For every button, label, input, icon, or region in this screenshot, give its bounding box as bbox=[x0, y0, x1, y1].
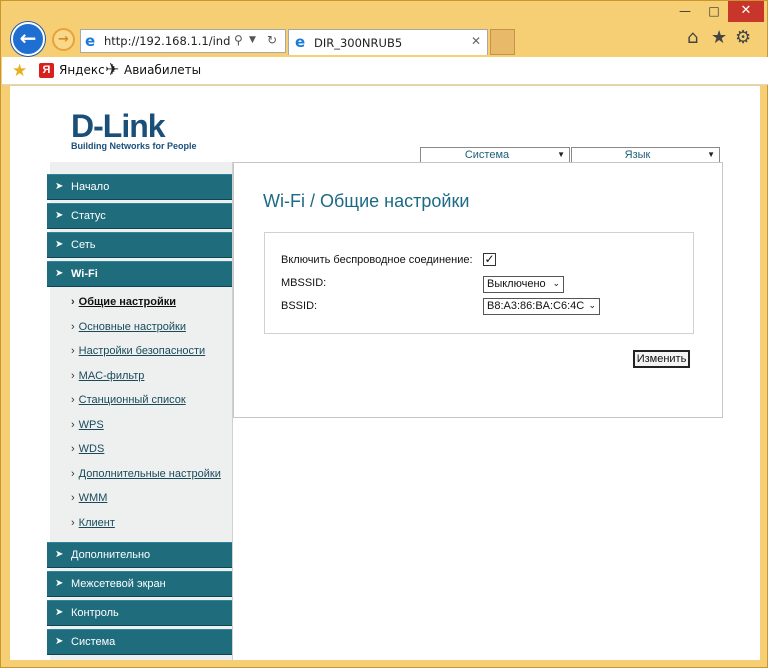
refresh-icon[interactable]: ↻ bbox=[267, 33, 277, 47]
enable-wireless-checkbox[interactable]: ✓ bbox=[483, 253, 496, 266]
home-icon[interactable]: ⌂ bbox=[687, 27, 698, 48]
submenu-item-advanced[interactable]: › Дополнительные настройки bbox=[71, 468, 221, 480]
sidebar-item-control[interactable]: ➤ Контроль bbox=[47, 600, 232, 626]
tab-title: DIR_300NRUB5 bbox=[314, 36, 403, 50]
search-icon[interactable]: ⚲ bbox=[234, 33, 243, 47]
sidebar-item-status[interactable]: ➤ Статус bbox=[47, 203, 232, 229]
mbssid-value: Выключено bbox=[487, 278, 546, 290]
sidebar-item-system[interactable]: ➤ Система bbox=[47, 629, 232, 655]
system-menu-label: Система bbox=[464, 149, 510, 161]
favorites-bar: ★ Я Яндекс ✈ Авиабилеты bbox=[2, 57, 768, 85]
chevron-down-icon: ⌄ bbox=[588, 301, 596, 311]
sidebar-item-label: Статус bbox=[71, 210, 106, 222]
minimize-button[interactable]: — bbox=[671, 1, 699, 22]
mbssid-select[interactable]: Выключено ⌄ bbox=[483, 276, 564, 293]
arrow-right-icon: ➤ bbox=[55, 181, 64, 192]
dlink-logo: D-Link Building Networks for People bbox=[71, 110, 197, 151]
sidebar-item-advanced[interactable]: ➤ Дополнительно bbox=[47, 542, 232, 568]
chevron-down-icon: ⌄ bbox=[552, 279, 560, 289]
submenu-item-station-list[interactable]: › Станционный список bbox=[71, 394, 186, 406]
submenu-item-security[interactable]: › Настройки безопасности bbox=[71, 345, 205, 357]
arrow-right-icon: ➤ bbox=[55, 578, 64, 589]
main-content: Wi-Fi / Общие настройки Включить беспров… bbox=[233, 162, 723, 418]
dropdown-arrow-icon[interactable]: ▼ bbox=[249, 35, 256, 45]
arrow-right-icon: ➤ bbox=[55, 268, 64, 279]
sidebar-item-label: Межсетевой экран bbox=[71, 578, 166, 590]
forward-button[interactable]: → bbox=[52, 28, 75, 51]
submenu-item-wds[interactable]: › WDS bbox=[71, 443, 104, 455]
submenu-item-general[interactable]: › Общие настройки bbox=[71, 296, 176, 308]
airplane-icon: ✈ bbox=[105, 60, 120, 80]
submenu-item-basic[interactable]: › Основные настройки bbox=[71, 321, 186, 333]
bssid-label: BSSID: bbox=[281, 300, 318, 312]
favorite-link-yandex[interactable]: Яндекс bbox=[59, 63, 105, 77]
arrow-right-icon: ➤ bbox=[55, 210, 64, 221]
logo-brand: D-Link bbox=[71, 108, 166, 144]
sidebar-item-firewall[interactable]: ➤ Межсетевой экран bbox=[47, 571, 232, 597]
sidebar-item-label: Начало bbox=[71, 181, 110, 193]
chevron-down-icon: ▼ bbox=[707, 150, 715, 159]
title-bar: — □ ✕ bbox=[1, 1, 767, 25]
close-button[interactable]: ✕ bbox=[728, 1, 764, 22]
back-button[interactable]: ← bbox=[11, 22, 45, 56]
page-viewport: D-Link Building Networks for People Сист… bbox=[10, 86, 760, 660]
arrow-right-icon: ➤ bbox=[55, 549, 64, 560]
language-label: Язык bbox=[624, 149, 651, 161]
bssid-value: B8:A3:86:BA:C6:4C bbox=[487, 300, 585, 312]
submenu-item-wps[interactable]: › WPS bbox=[71, 419, 104, 431]
address-url[interactable]: http://192.168.1.1/index bbox=[104, 34, 230, 50]
browser-window: — □ ✕ ← → e http://192.168.1.1/index ⚲ ▼… bbox=[0, 0, 768, 668]
ie-icon: e bbox=[295, 33, 306, 51]
settings-form: Включить беспроводное соединение: ✓ MBSS… bbox=[264, 232, 694, 334]
maximize-button[interactable]: □ bbox=[700, 1, 728, 22]
add-favorite-icon[interactable]: ★ bbox=[12, 61, 27, 81]
favorites-star-icon[interactable]: ★ bbox=[711, 27, 727, 48]
page-title: Wi-Fi / Общие настройки bbox=[263, 191, 470, 211]
new-tab-button[interactable] bbox=[490, 29, 515, 55]
submenu-item-wmm[interactable]: › WMM bbox=[71, 492, 107, 504]
arrow-right-icon: ➤ bbox=[55, 607, 64, 618]
sidebar-item-start[interactable]: ➤ Начало bbox=[47, 174, 232, 200]
enable-wireless-label: Включить беспроводное соединение: bbox=[281, 254, 473, 266]
address-bar[interactable]: e http://192.168.1.1/index ⚲ ▼ ↻ bbox=[80, 29, 286, 53]
sidebar-item-label: Система bbox=[71, 636, 116, 648]
ie-icon: e bbox=[85, 32, 96, 50]
close-tab-icon[interactable]: ✕ bbox=[471, 34, 481, 48]
language-select[interactable]: Язык ▼ bbox=[571, 147, 720, 163]
sidebar-item-label: Дополнительно bbox=[71, 549, 151, 561]
yandex-icon: Я bbox=[39, 63, 54, 78]
system-menu-select[interactable]: Система ▼ bbox=[420, 147, 570, 163]
sidebar-item-label: Wi-Fi bbox=[71, 268, 98, 280]
chevron-down-icon: ▼ bbox=[557, 150, 565, 159]
bssid-select[interactable]: B8:A3:86:BA:C6:4C ⌄ bbox=[483, 298, 600, 315]
mbssid-label: MBSSID: bbox=[281, 277, 327, 289]
save-button[interactable]: Изменить bbox=[633, 350, 690, 368]
sidebar-item-label: Сеть bbox=[71, 239, 96, 251]
settings-gear-icon[interactable]: ⚙ bbox=[735, 27, 751, 48]
sidebar-item-wifi[interactable]: ➤ Wi-Fi bbox=[47, 261, 232, 287]
submenu-item-client[interactable]: › Клиент bbox=[71, 517, 115, 529]
favorite-link-avia[interactable]: Авиабилеты bbox=[124, 63, 201, 77]
arrow-right-icon: ➤ bbox=[55, 239, 64, 250]
arrow-right-icon: ➤ bbox=[55, 636, 64, 647]
sidebar-item-network[interactable]: ➤ Сеть bbox=[47, 232, 232, 258]
browser-tab[interactable]: e DIR_300NRUB5 ✕ bbox=[288, 29, 488, 55]
sidebar-item-label: Контроль bbox=[71, 607, 119, 619]
logo-tagline: Building Networks for People bbox=[71, 141, 197, 151]
submenu-item-mac-filter[interactable]: › MAC-фильтр bbox=[71, 370, 144, 382]
